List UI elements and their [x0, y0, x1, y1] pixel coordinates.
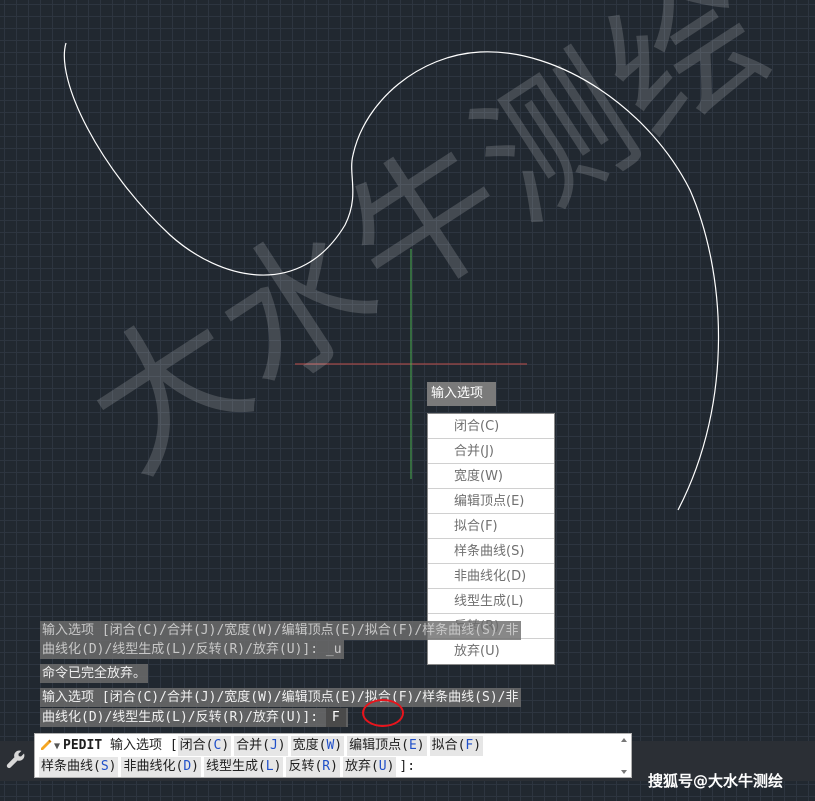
option-key: D [183, 759, 192, 774]
highlight-circle [362, 699, 404, 727]
polyline-curve [63, 42, 720, 511]
scroll-up-icon[interactable] [621, 738, 627, 742]
command-option-a-2[interactable]: 宽度(W) [290, 736, 345, 756]
option-label: 闭合( [179, 738, 214, 753]
option-row: 样条曲线(S) 非曲线化(D) 线型生成(L) 反转(R) 放弃(U) [39, 757, 399, 777]
command-option-a-4[interactable]: 拟合(F) [429, 736, 484, 756]
option-key: R [322, 759, 331, 774]
command-option-a-0[interactable]: 闭合(C) [177, 736, 232, 756]
command-pen-icon[interactable] [39, 737, 53, 751]
option-label-end: ) [221, 738, 230, 753]
command-option-b-2[interactable]: 线型生成(L) [203, 757, 284, 777]
option-label: 宽度( [292, 738, 327, 753]
menu-item-fit[interactable]: 拟合(F) [428, 514, 554, 539]
drawing-canvas[interactable]: 大水牛测绘 输入选项 闭合(C) 合并(J) 宽度(W) 编辑顶点(E) 拟合(… [0, 0, 815, 801]
option-label-end: ) [416, 738, 425, 753]
menu-item-spline[interactable]: 样条曲线(S) [428, 539, 554, 564]
option-key: J [269, 738, 278, 753]
command-option-b-1[interactable]: 非曲线化(D) [121, 757, 201, 777]
option-key: S [100, 759, 109, 774]
option-label-end: ) [277, 738, 286, 753]
history-line: 命令已完全放弃。 [40, 664, 149, 683]
option-label-end: ) [473, 738, 482, 753]
option-label: 拟合( [431, 738, 466, 753]
option-label: 放弃( [344, 759, 379, 774]
command-line-row: 样条曲线(S) 非曲线化(D) 线型生成(L) 反转(R) 放弃(U)]: [39, 757, 415, 777]
menu-item-ltype-gen[interactable]: 线型生成(L) [428, 589, 554, 614]
menu-item-width[interactable]: 宽度(W) [428, 464, 554, 489]
menu-item-decurve[interactable]: 非曲线化(D) [428, 564, 554, 589]
command-suffix: ]: [399, 759, 416, 774]
history-text: 曲线化(D)/线型生成(L)/反转(R)/放弃(U)]: [42, 710, 319, 725]
history-user-input: F [325, 708, 346, 727]
history-line: 曲线化(D)/线型生成(L)/反转(R)/放弃(U)]: F [40, 708, 348, 727]
history-line: 输入选项 [闭合(C)/合并(J)/宽度(W)/编辑顶点(E)/拟合(F)/样条… [40, 621, 521, 640]
wrench-icon[interactable] [4, 748, 28, 772]
option-label: 样条曲线( [41, 759, 101, 774]
menu-item-join[interactable]: 合并(J) [428, 439, 554, 464]
option-row: 闭合(C) 合并(J) 宽度(W) 编辑顶点(E) 拟合(F) [177, 736, 486, 756]
menu-item-close[interactable]: 闭合(C) [428, 414, 554, 439]
option-label-end: ) [330, 759, 338, 774]
option-key: L [265, 759, 274, 774]
option-label-end: ) [386, 759, 395, 774]
scroll-down-icon[interactable] [621, 770, 627, 774]
history-line: 输入选项 [闭合(C)/合并(J)/宽度(W)/编辑顶点(E)/拟合(F)/样条… [40, 688, 521, 707]
option-label-end: ) [273, 759, 282, 774]
option-label: 非曲线化( [123, 759, 184, 774]
history-line: 曲线化(D)/线型生成(L)/反转(R)/放弃(U)]: _u [40, 640, 344, 659]
footer-brand: 搜狐号@大水牛测绘 [648, 772, 784, 790]
command-name: PEDIT [63, 738, 103, 753]
command-option-b-0[interactable]: 样条曲线(S) [39, 757, 119, 777]
option-label: 反转( [288, 759, 323, 774]
command-prompt: 输入选项 [ [110, 738, 178, 753]
option-label: 线型生成( [205, 759, 266, 774]
option-key: E [408, 738, 417, 753]
menu-item-undo[interactable]: 放弃(U) [428, 639, 554, 664]
option-label: 编辑顶点( [349, 738, 409, 753]
option-label-end: ) [108, 759, 117, 774]
chevron-down-icon[interactable]: ▼ [54, 737, 60, 757]
option-label-end: ) [191, 759, 199, 774]
dynamic-input-label: 输入选项 [427, 382, 497, 406]
menu-item-edit-vertex[interactable]: 编辑顶点(E) [428, 489, 554, 514]
command-line-row: ▼ PEDIT 输入选项 [闭合(C) 合并(J) 宽度(W) 编辑顶点(E) 拟合(F) [39, 736, 486, 756]
command-scrollbar[interactable] [621, 738, 627, 774]
option-key: U [378, 759, 387, 774]
command-line-input[interactable]: ▼ PEDIT 输入选项 [闭合(C) 合并(J) 宽度(W) 编辑顶点(E) 拟合(F)… [34, 733, 632, 778]
command-option-a-3[interactable]: 编辑顶点(E) [347, 736, 427, 756]
option-label: 合并( [236, 738, 270, 753]
command-option-b-3[interactable]: 反转(R) [286, 757, 340, 777]
option-label-end: ) [334, 738, 343, 753]
command-option-a-1[interactable]: 合并(J) [234, 736, 288, 756]
command-option-b-4[interactable]: 放弃(U) [342, 757, 397, 777]
